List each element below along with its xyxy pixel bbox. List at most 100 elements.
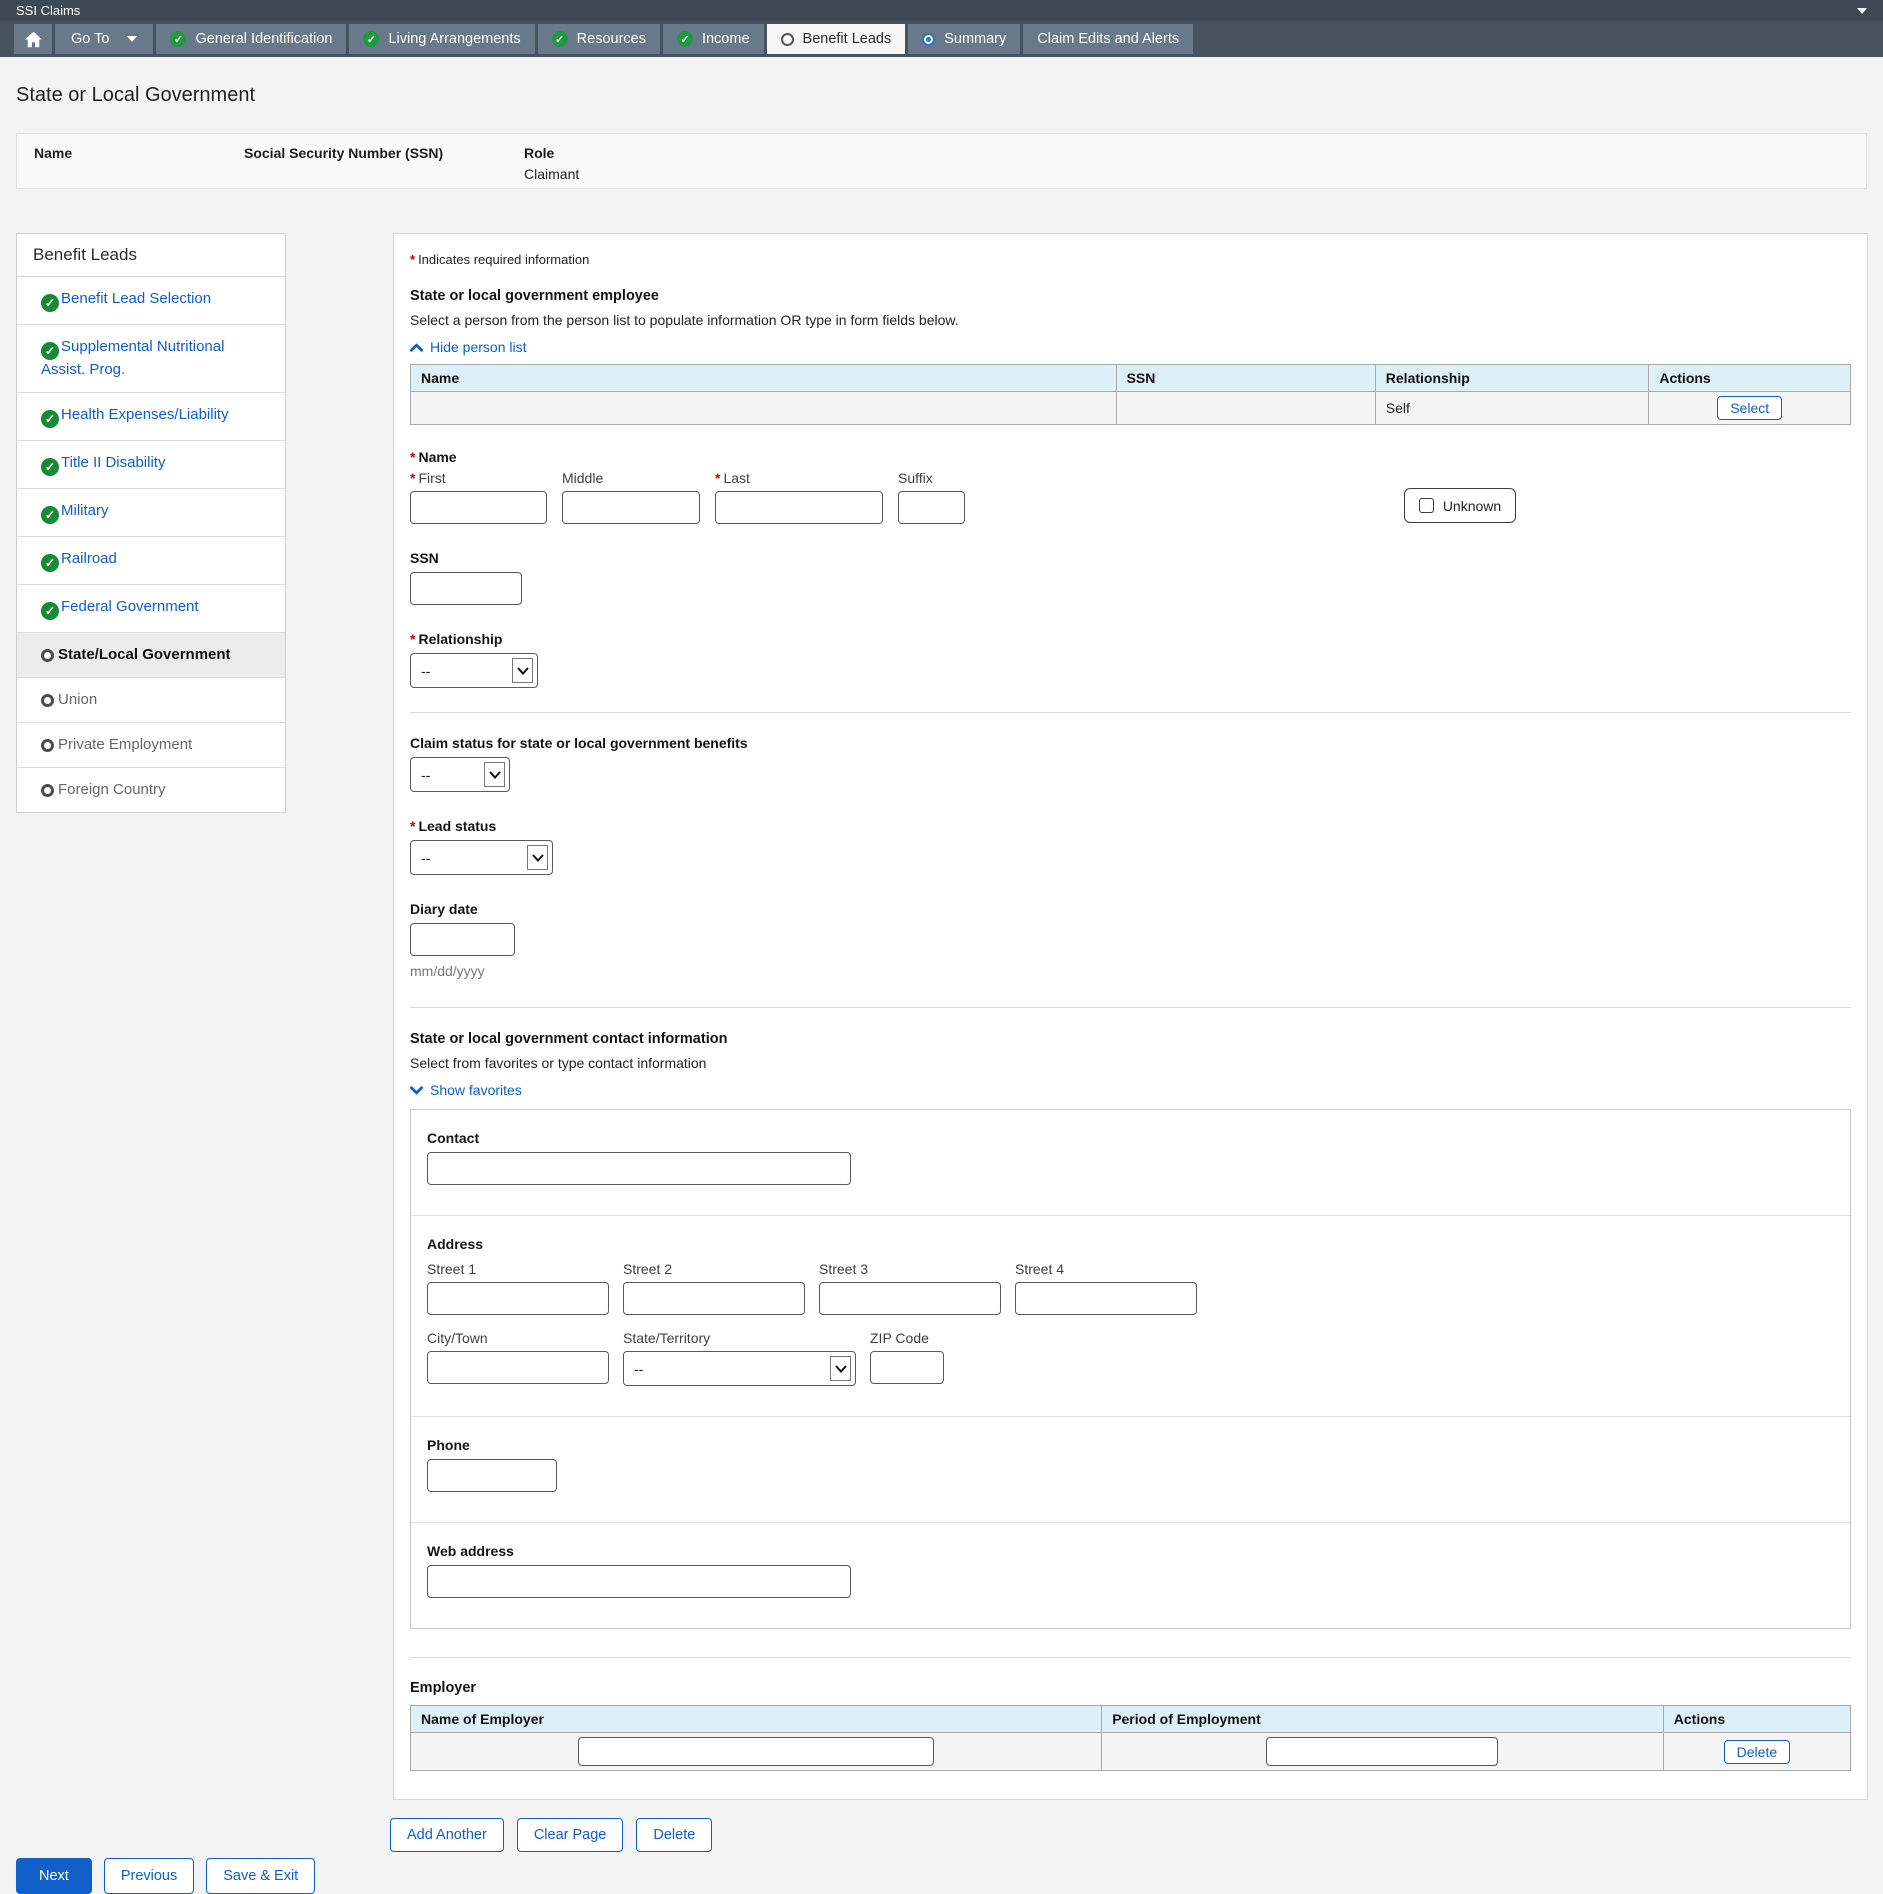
middle-name-input[interactable] xyxy=(562,491,700,524)
street4-label: Street 4 xyxy=(1015,1261,1197,1277)
relationship-label: Relationship xyxy=(418,631,502,647)
state-select[interactable]: -- xyxy=(623,1351,856,1386)
sidebar-item-foreign-country[interactable]: Foreign Country xyxy=(17,768,285,812)
first-name-label: First xyxy=(418,470,445,486)
middle-name-label: Middle xyxy=(562,470,700,486)
suffix-input[interactable] xyxy=(898,491,965,524)
sidebar-item-union[interactable]: Union xyxy=(17,678,285,723)
first-name-input[interactable] xyxy=(410,491,547,524)
tab-income[interactable]: ✓ Income xyxy=(663,24,764,54)
sidebar-item-railroad[interactable]: ✓Railroad xyxy=(17,537,285,585)
check-circle-icon: ✓ xyxy=(552,31,568,47)
empty-circle-icon xyxy=(41,784,54,797)
check-circle-icon: ✓ xyxy=(363,31,379,47)
save-and-exit-button[interactable]: Save & Exit xyxy=(206,1858,315,1894)
sidebar-item-benefit-lead-selection[interactable]: ✓Benefit Lead Selection xyxy=(17,277,285,325)
select-person-button[interactable]: Select xyxy=(1717,396,1782,420)
check-circle-icon: ✓ xyxy=(41,342,59,360)
radio-selected-icon xyxy=(922,33,935,46)
col-employer-actions: Actions xyxy=(1663,1706,1850,1733)
street1-input[interactable] xyxy=(427,1282,609,1315)
lead-status-label: Lead status xyxy=(418,818,496,834)
contact-instruction: Select from favorites or type contact in… xyxy=(410,1055,1851,1071)
contact-section-title: State or local government contact inform… xyxy=(410,1031,1851,1047)
zip-input[interactable] xyxy=(870,1351,944,1384)
delete-button[interactable]: Delete xyxy=(636,1818,712,1852)
ssn-input[interactable] xyxy=(410,572,522,605)
check-circle-icon: ✓ xyxy=(170,31,186,47)
street1-label: Street 1 xyxy=(427,1261,609,1277)
show-favorites-link[interactable]: Show favorites xyxy=(410,1082,522,1098)
employee-section-title: State or local government employee xyxy=(410,288,1851,304)
tab-summary[interactable]: Summary xyxy=(908,24,1020,54)
street2-label: Street 2 xyxy=(623,1261,805,1277)
benefit-leads-sidebar: Benefit Leads ✓Benefit Lead Selection ✓S… xyxy=(16,233,286,813)
select-arrow-icon xyxy=(484,762,505,787)
empty-circle-icon xyxy=(41,739,54,752)
required-asterisk: * xyxy=(410,252,415,267)
person-list-header-row: Name SSN Relationship Actions xyxy=(411,365,1851,392)
sidebar-item-military[interactable]: ✓Military xyxy=(17,489,285,537)
employer-table: Name of Employer Period of Employment Ac… xyxy=(410,1705,1851,1771)
check-circle-icon: ✓ xyxy=(41,294,59,312)
person-ssn-cell xyxy=(1116,392,1375,425)
app-titlebar: SSI Claims xyxy=(0,0,1883,21)
claim-status-select[interactable]: -- xyxy=(410,757,510,792)
check-circle-icon: ✓ xyxy=(41,458,59,476)
home-button[interactable] xyxy=(14,24,52,54)
col-employment-period: Period of Employment xyxy=(1102,1706,1664,1733)
street4-input[interactable] xyxy=(1015,1282,1197,1315)
empty-circle-icon xyxy=(781,33,794,46)
wizard-actions: Next Previous Save & Exit xyxy=(16,1858,315,1894)
goto-chevron-down-icon xyxy=(127,36,137,42)
street3-label: Street 3 xyxy=(819,1261,1001,1277)
clear-page-button[interactable]: Clear Page xyxy=(517,1818,624,1852)
street3-input[interactable] xyxy=(819,1282,1001,1315)
street2-input[interactable] xyxy=(623,1282,805,1315)
person-header-panel: Name Social Security Number (SSN) Role C… xyxy=(16,133,1867,189)
phone-label: Phone xyxy=(427,1437,1834,1453)
phone-input[interactable] xyxy=(427,1459,557,1492)
previous-button[interactable]: Previous xyxy=(104,1858,194,1894)
delete-employer-button[interactable]: Delete xyxy=(1724,1740,1790,1764)
contact-info-box: Contact Address Street 1 Street 2 Street… xyxy=(410,1109,1851,1629)
goto-menu-button[interactable]: Go To xyxy=(55,24,153,54)
tab-benefit-leads[interactable]: Benefit Leads xyxy=(767,24,906,54)
sidebar-item-health-expenses[interactable]: ✓Health Expenses/Liability xyxy=(17,393,285,441)
titlebar-chevron-down-icon[interactable] xyxy=(1857,8,1867,14)
hide-person-list-link[interactable]: Hide person list xyxy=(410,339,527,355)
city-input[interactable] xyxy=(427,1351,609,1384)
add-another-button[interactable]: Add Another xyxy=(390,1818,504,1852)
chevron-up-icon xyxy=(410,343,423,352)
ssn-label: SSN xyxy=(410,550,1851,566)
employer-name-input[interactable] xyxy=(578,1737,934,1766)
web-address-input[interactable] xyxy=(427,1565,851,1598)
tab-living-arrangements[interactable]: ✓ Living Arrangements xyxy=(349,24,534,54)
sidebar-item-private-employment[interactable]: Private Employment xyxy=(17,723,285,768)
select-arrow-icon xyxy=(527,845,548,870)
last-name-input[interactable] xyxy=(715,491,883,524)
tab-general-identification[interactable]: ✓ General Identification xyxy=(156,24,346,54)
person-list-table: Name SSN Relationship Actions Self Selec… xyxy=(410,364,1851,425)
lead-status-select[interactable]: -- xyxy=(410,840,553,875)
tab-resources[interactable]: ✓ Resources xyxy=(538,24,660,54)
sidebar-item-state-local-government[interactable]: State/Local Government xyxy=(17,633,285,678)
diary-date-input[interactable] xyxy=(410,923,515,956)
col-name: Name xyxy=(411,365,1117,392)
tab-claim-edits-and-alerts[interactable]: Claim Edits and Alerts xyxy=(1023,24,1193,54)
check-circle-icon: ✓ xyxy=(41,506,59,524)
col-relationship: Relationship xyxy=(1375,365,1649,392)
sidebar-item-title-ii-disability[interactable]: ✓Title II Disability xyxy=(17,441,285,489)
next-button[interactable]: Next xyxy=(16,1858,92,1894)
goto-label: Go To xyxy=(71,31,109,47)
person-name-cell xyxy=(411,392,1117,425)
contact-input[interactable] xyxy=(427,1152,851,1185)
sidebar-item-snap[interactable]: ✓Supplemental Nutritional Assist. Prog. xyxy=(17,325,285,393)
name-unknown-checkbox[interactable]: Unknown xyxy=(1404,488,1516,523)
sidebar-item-federal-government[interactable]: ✓Federal Government xyxy=(17,585,285,633)
employment-period-input[interactable] xyxy=(1266,1737,1498,1766)
check-circle-icon: ✓ xyxy=(41,410,59,428)
app-title: SSI Claims xyxy=(16,3,80,18)
relationship-select[interactable]: -- xyxy=(410,653,538,688)
checkbox-icon xyxy=(1419,498,1434,513)
